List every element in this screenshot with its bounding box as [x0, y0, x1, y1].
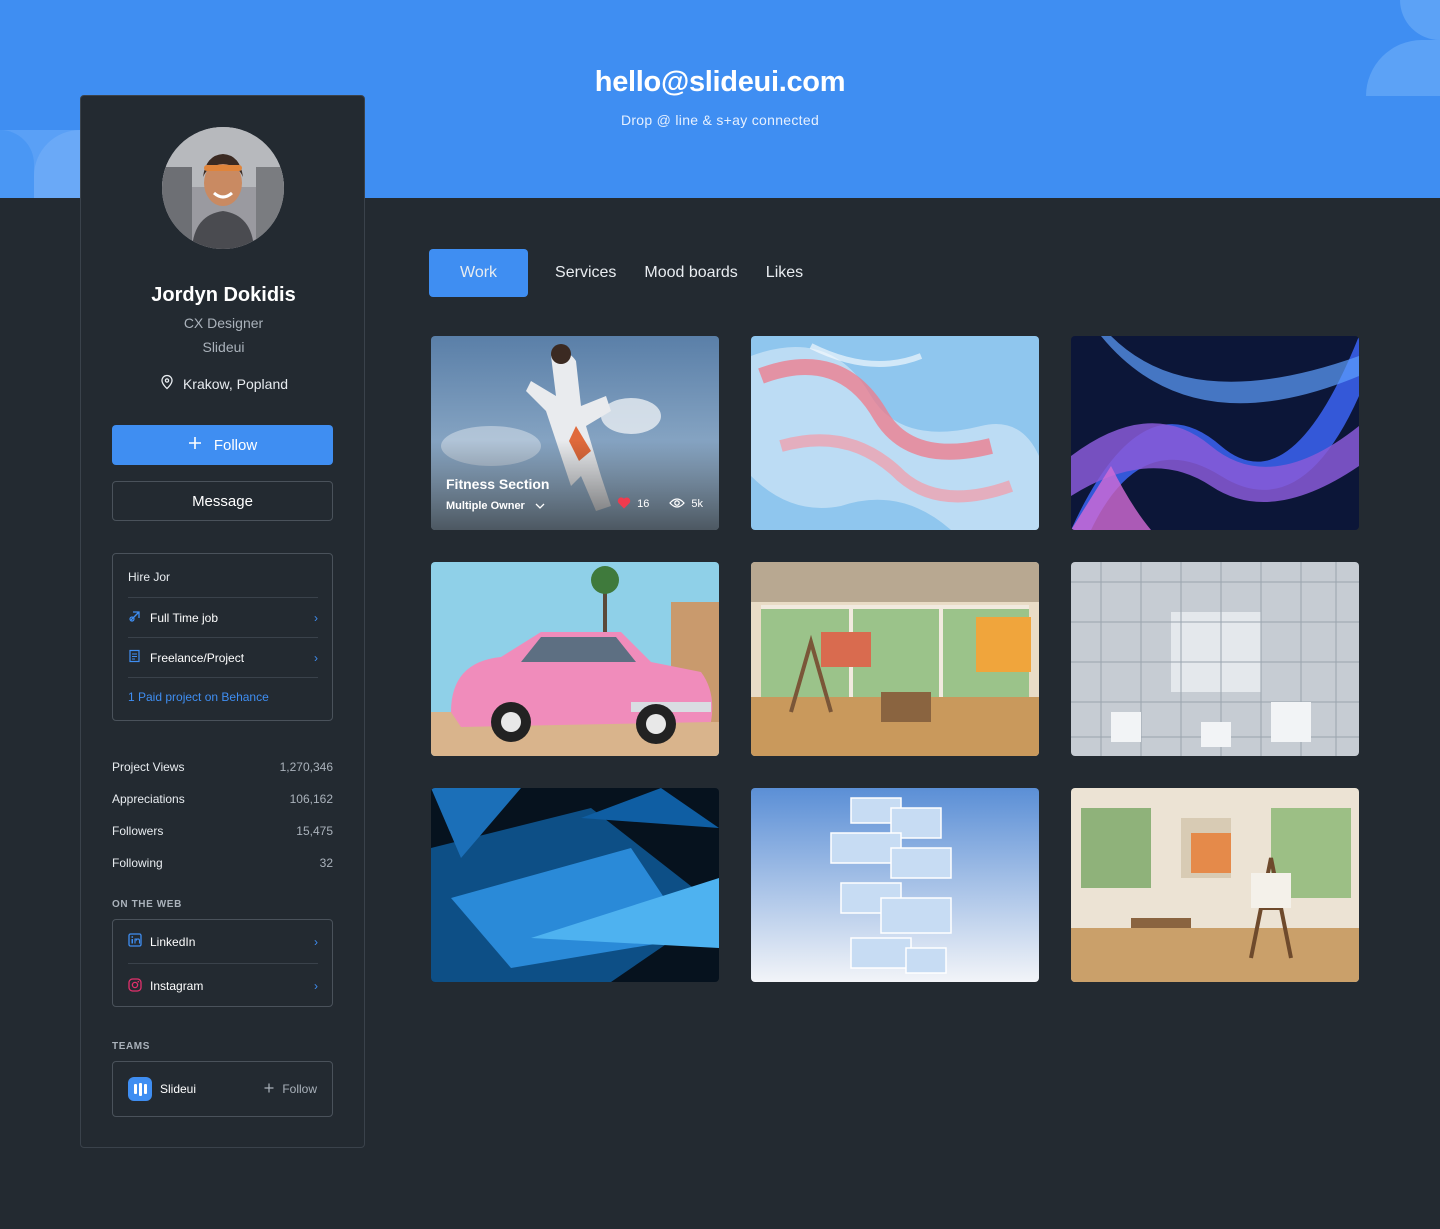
web-link-label: LinkedIn — [150, 934, 196, 949]
instagram-icon — [128, 977, 142, 995]
hire-item-freelance[interactable]: Freelance/Project › — [128, 637, 318, 677]
profile-name: Jordyn Dokidis — [151, 284, 296, 306]
project-card[interactable] — [1071, 562, 1359, 756]
project-card[interactable] — [1071, 336, 1359, 530]
project-owner-dropdown[interactable]: Multiple Owner — [446, 500, 545, 512]
message-button[interactable]: Message — [112, 481, 333, 521]
project-thumbnail — [431, 788, 719, 982]
stat-value: 1,270,346 — [279, 760, 333, 774]
chevron-right-icon: › — [314, 979, 318, 993]
project-thumbnail — [1071, 788, 1359, 982]
project-card[interactable] — [751, 788, 1039, 982]
profile-stats: Project Views 1,270,346 Appreciations 106,… — [112, 751, 333, 879]
likes-count: 16 — [637, 498, 650, 510]
stat-row: Following 32 — [112, 847, 333, 879]
hire-item-full-time[interactable]: Full Time job › — [128, 597, 318, 637]
stat-label: Followers — [112, 824, 164, 838]
stat-value: 15,475 — [296, 824, 333, 838]
profile-sidebar: Jordyn Dokidis CX Designer Slideui Krako… — [80, 95, 365, 1148]
project-card[interactable] — [431, 562, 719, 756]
project-thumbnail — [751, 788, 1039, 982]
project-stats: 16 5k — [617, 496, 703, 512]
tab-likes[interactable]: Likes — [766, 249, 803, 297]
team-follow-label: Follow — [282, 1082, 317, 1096]
stat-label: Following — [112, 856, 163, 870]
stat-row: Project Views 1,270,346 — [112, 751, 333, 783]
stat-value: 106,162 — [289, 792, 333, 806]
behance-projects-link[interactable]: 1 Paid project on Behance — [128, 690, 269, 704]
location-label: Krakow, Popland — [182, 375, 289, 392]
linkedin-link[interactable]: LinkedIn › — [128, 920, 318, 964]
plus-icon — [264, 1082, 274, 1096]
project-thumbnail — [1071, 562, 1359, 756]
project-card[interactable] — [751, 562, 1039, 756]
hire-title: Hire Jor — [128, 570, 171, 584]
instagram-link[interactable]: Instagram › — [128, 964, 318, 1008]
project-card[interactable] — [751, 336, 1039, 530]
follow-button-label: Follow — [213, 436, 258, 454]
team-name: Slideui — [160, 1082, 197, 1096]
team-item: Slideui Follow — [112, 1061, 333, 1117]
tab-services[interactable]: Services — [555, 249, 616, 297]
stat-row: Followers 15,475 — [112, 815, 333, 847]
chevron-down-icon — [535, 500, 545, 512]
project-thumbnail — [751, 336, 1039, 530]
profile-company: Slideui — [202, 339, 245, 355]
team-follow-button[interactable]: Follow — [264, 1082, 317, 1096]
portfolio-tabs: Work Services Mood boards Likes — [429, 249, 831, 297]
briefcase-icon — [128, 609, 142, 626]
project-thumbnail — [751, 562, 1039, 756]
eye-icon — [669, 497, 686, 512]
on-the-web-heading: ON THE WEB — [112, 899, 182, 910]
project-thumbnail — [431, 562, 719, 756]
project-title: Fitness Section — [446, 476, 550, 492]
stat-value: 32 — [319, 856, 333, 870]
stat-row: Appreciations 106,162 — [112, 783, 333, 815]
project-owner: Multiple Owner — [446, 500, 525, 512]
profile-role: CX Designer — [183, 315, 264, 331]
web-link-label: Instagram — [150, 979, 204, 993]
hire-divider — [128, 677, 318, 678]
project-card[interactable] — [1071, 788, 1359, 982]
heart-icon[interactable] — [617, 496, 631, 512]
banner-decoration-left — [0, 130, 80, 198]
profile-location: Krakow, Popland — [81, 374, 366, 393]
slideui-logo-icon — [128, 1077, 152, 1101]
project-thumbnail — [1071, 336, 1359, 530]
stat-label: Project Views — [112, 760, 185, 774]
chevron-right-icon: › — [314, 934, 318, 949]
teams-heading: TEAMS — [112, 1041, 150, 1052]
hire-panel: Hire Jor Full Time job › Freelance/Proje… — [112, 553, 333, 721]
follow-button[interactable]: Follow — [112, 425, 333, 465]
tab-mood-boards[interactable]: Mood boards — [644, 249, 737, 297]
document-icon — [128, 649, 142, 666]
hire-item-label: Full Time job — [150, 610, 219, 625]
location-pin-icon — [159, 374, 175, 393]
hire-item-label: Freelance/Project — [150, 650, 245, 665]
chevron-right-icon: › — [314, 650, 318, 665]
project-card[interactable] — [431, 788, 719, 982]
tab-work[interactable]: Work — [429, 249, 529, 297]
plus-icon — [188, 436, 202, 454]
chevron-right-icon: › — [314, 610, 318, 625]
stat-label: Appreciations — [112, 792, 185, 806]
web-links-panel: LinkedIn › Instagram › — [112, 919, 333, 1007]
views-count: 5k — [691, 498, 703, 510]
project-card-featured[interactable]: Fitness Section Multiple Owner 16 5k — [431, 336, 719, 530]
linkedin-icon — [128, 933, 142, 950]
avatar — [162, 127, 284, 249]
